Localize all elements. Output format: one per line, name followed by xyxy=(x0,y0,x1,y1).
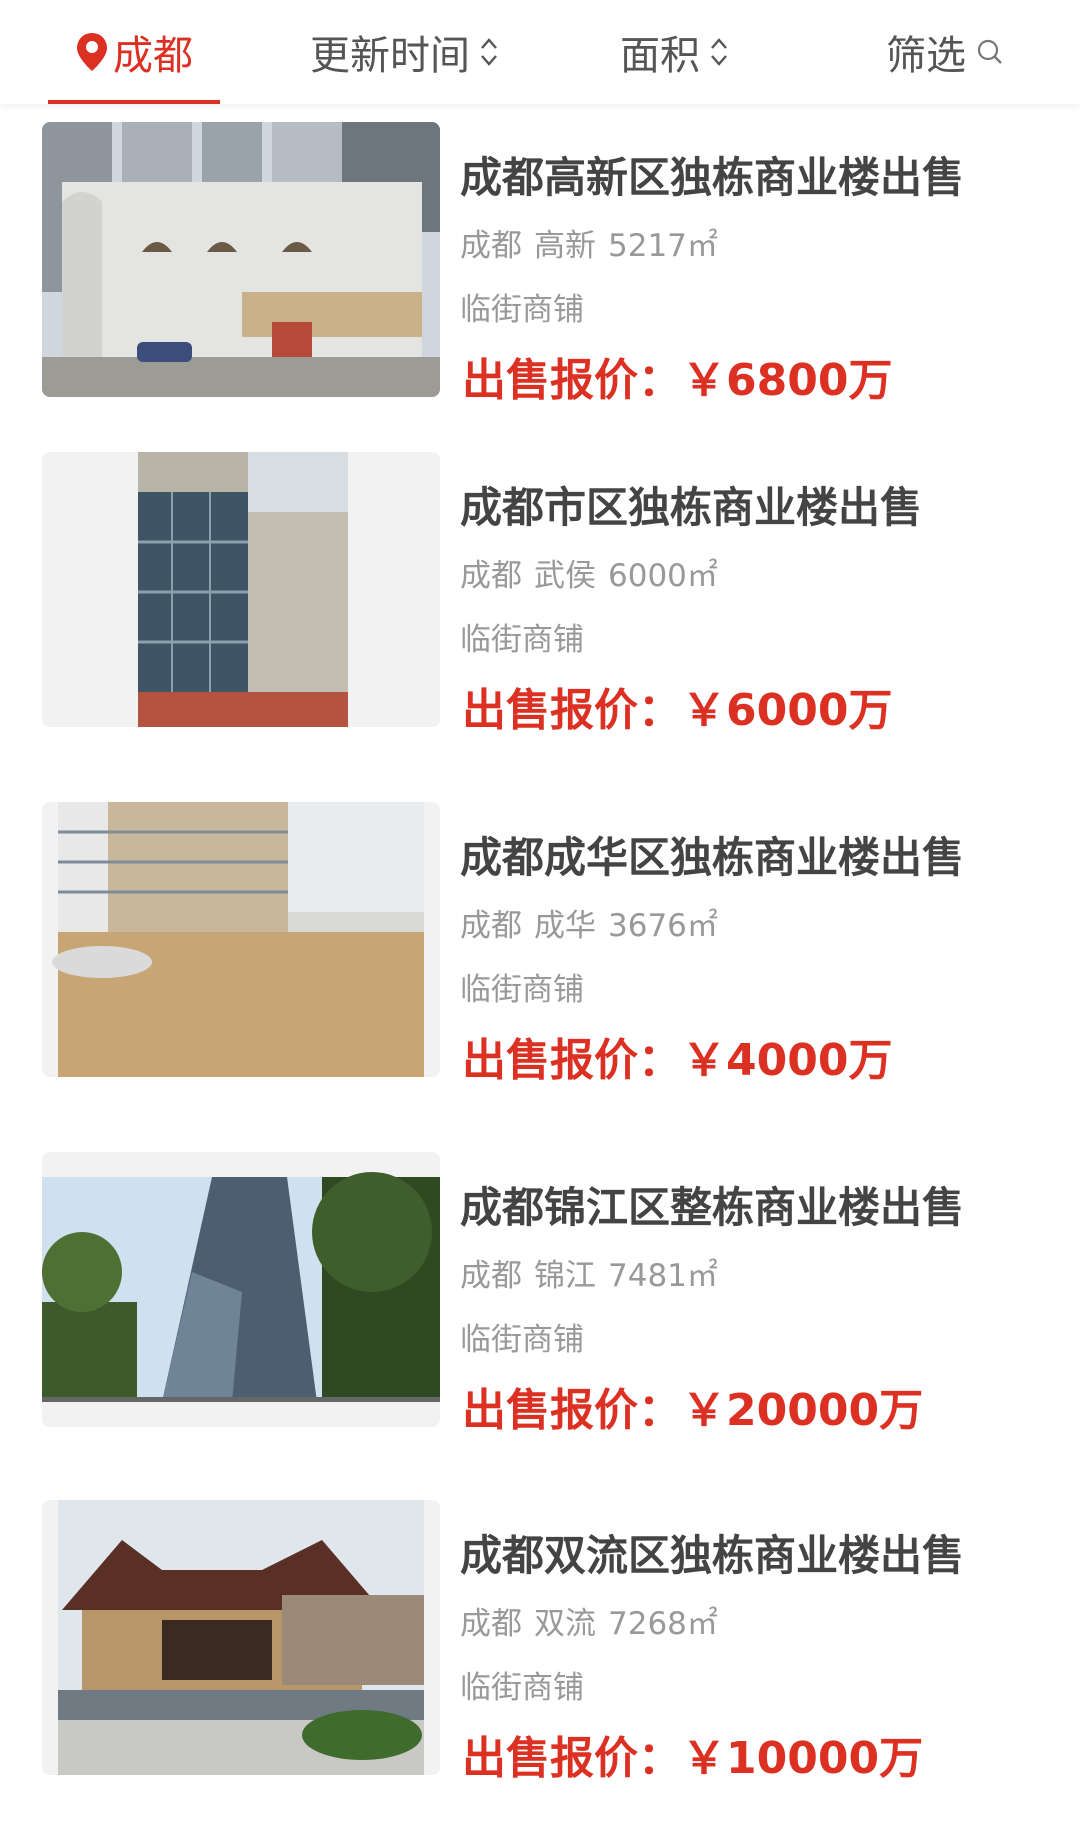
listing-area: 5217㎡ xyxy=(608,228,718,264)
listing-city: 成都 xyxy=(460,228,522,264)
active-tab-indicator xyxy=(48,100,220,104)
listing-price: 出售报价：￥6000万 xyxy=(462,674,892,738)
tab-area[interactable]: 面积 xyxy=(600,0,750,104)
listing-district: 武侯 xyxy=(534,558,596,594)
tab-area-label: 面积 xyxy=(620,33,700,79)
sort-icon xyxy=(711,38,727,66)
listing-photo xyxy=(42,802,440,1077)
price-label: 出售报价： xyxy=(462,1035,682,1086)
listing-city: 成都 xyxy=(460,908,522,944)
listing-area: 7268㎡ xyxy=(608,1606,718,1642)
price-label: 出售报价： xyxy=(462,1385,682,1436)
price-label: 出售报价： xyxy=(462,685,682,736)
tab-filter-label: 筛选 xyxy=(886,33,966,79)
listing-price: 出售报价：￥10000万 xyxy=(462,1722,923,1786)
listing-card[interactable]: 成都市区独栋商业楼出售 成都 武侯 6000㎡ 临街商铺 出售报价：￥6000万 xyxy=(0,452,1080,736)
listing-card[interactable]: 成都成华区独栋商业楼出售 成都 成华 3676㎡ 临街商铺 出售报价：￥4000万 xyxy=(0,802,1080,1086)
price-value: ￥10000万 xyxy=(682,1733,924,1784)
listing-tag: 临街商铺 xyxy=(460,622,584,658)
listing-photo xyxy=(42,1500,440,1775)
listing-photo xyxy=(42,452,440,727)
sort-icon xyxy=(481,38,497,66)
listing-price: 出售报价：￥6800万 xyxy=(462,344,892,408)
price-label: 出售报价： xyxy=(462,355,682,406)
listing-tag: 临街商铺 xyxy=(460,972,584,1008)
listing-tag: 临街商铺 xyxy=(460,292,584,328)
listing-title: 成都高新区独栋商业楼出售 xyxy=(460,153,965,202)
listing-title: 成都双流区独栋商业楼出售 xyxy=(460,1531,965,1580)
listing-meta: 成都 武侯 6000㎡ xyxy=(460,550,718,595)
listing-tag: 临街商铺 xyxy=(460,1322,584,1358)
listing-city: 成都 xyxy=(460,1258,522,1294)
listing-price: 出售报价：￥20000万 xyxy=(462,1374,923,1438)
listing-card[interactable]: 成都锦江区整栋商业楼出售 成都 锦江 7481㎡ 临街商铺 出售报价：￥20000万 xyxy=(0,1152,1080,1436)
listing-photo xyxy=(42,1152,440,1427)
tab-city[interactable]: 成都 xyxy=(48,0,220,104)
price-value: ￥4000万 xyxy=(682,1035,893,1086)
filter-tab-bar: 成都 更新时间 面积 筛选 xyxy=(0,0,1080,104)
tab-update-time[interactable]: 更新时间 xyxy=(290,0,520,104)
listing-city: 成都 xyxy=(460,558,522,594)
search-icon xyxy=(977,39,1002,64)
listing-title: 成都市区独栋商业楼出售 xyxy=(460,483,923,532)
listing-meta: 成都 锦江 7481㎡ xyxy=(460,1250,718,1295)
price-label: 出售报价： xyxy=(462,1733,682,1784)
listing-card[interactable]: 成都双流区独栋商业楼出售 成都 双流 7268㎡ 临街商铺 出售报价：￥10000万 xyxy=(0,1500,1080,1784)
price-value: ￥6000万 xyxy=(682,685,893,736)
listing-title: 成都成华区独栋商业楼出售 xyxy=(460,833,965,882)
listing-area: 6000㎡ xyxy=(608,558,718,594)
listing-district: 成华 xyxy=(534,908,596,944)
listing-district: 高新 xyxy=(534,228,596,264)
listing-district: 锦江 xyxy=(534,1258,596,1294)
listing-meta: 成都 成华 3676㎡ xyxy=(460,900,718,945)
price-value: ￥6800万 xyxy=(682,355,893,406)
price-value: ￥20000万 xyxy=(682,1385,924,1436)
listing-city: 成都 xyxy=(460,1606,522,1642)
listing-area: 7481㎡ xyxy=(608,1258,718,1294)
listing-district: 双流 xyxy=(534,1606,596,1642)
listing-price: 出售报价：￥4000万 xyxy=(462,1024,892,1088)
listing-area: 3676㎡ xyxy=(608,908,718,944)
listing-card[interactable]: 成都高新区独栋商业楼出售 成都 高新 5217㎡ 临街商铺 出售报价：￥6800万 xyxy=(0,122,1080,406)
listing-meta: 成都 高新 5217㎡ xyxy=(460,220,718,265)
location-pin-icon xyxy=(77,33,107,71)
tab-update-time-label: 更新时间 xyxy=(310,33,470,79)
tab-city-label: 成都 xyxy=(113,33,193,79)
listing-tag: 临街商铺 xyxy=(460,1670,584,1706)
tab-filter[interactable]: 筛选 xyxy=(870,0,1020,104)
listing-photo xyxy=(42,122,440,397)
listing-title: 成都锦江区整栋商业楼出售 xyxy=(460,1183,965,1232)
listing-meta: 成都 双流 7268㎡ xyxy=(460,1598,718,1643)
